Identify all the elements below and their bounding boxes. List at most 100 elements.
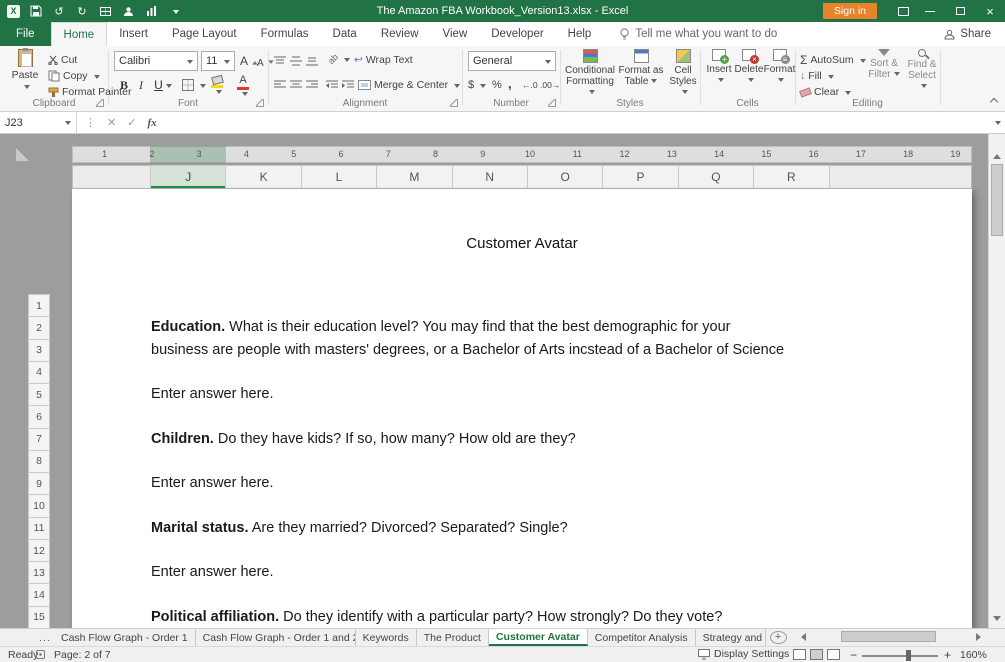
sheet-row[interactable]: business are people with masters' degree… bbox=[151, 339, 784, 361]
row-header[interactable]: 15 bbox=[28, 606, 50, 628]
increase-indent-button[interactable] bbox=[342, 77, 354, 93]
scroll-down-icon[interactable] bbox=[989, 612, 1005, 628]
sign-in-button[interactable]: Sign in bbox=[822, 3, 877, 19]
font-name-combo[interactable]: Calibri bbox=[114, 51, 198, 71]
page-layout-view-button[interactable] bbox=[810, 649, 823, 660]
decrease-decimal-button[interactable]: .00→ bbox=[540, 77, 560, 93]
increase-decimal-button[interactable]: ←.0 bbox=[522, 77, 538, 93]
sheet-row[interactable] bbox=[151, 450, 784, 472]
undo-icon[interactable]: ↺ bbox=[52, 4, 66, 18]
font-color-button[interactable]: A bbox=[234, 74, 252, 97]
row-header[interactable]: 6 bbox=[28, 406, 50, 429]
row-header[interactable]: 9 bbox=[28, 473, 50, 496]
row-header[interactable]: 12 bbox=[28, 539, 50, 563]
display-settings-button[interactable]: Display Settings bbox=[698, 648, 789, 660]
zoom-out-button[interactable]: − bbox=[850, 648, 857, 662]
sheet-tab-overflow-button[interactable]: ... bbox=[36, 629, 54, 646]
copy-button[interactable]: Copy bbox=[48, 68, 100, 84]
align-center-button[interactable] bbox=[290, 77, 302, 93]
macro-record-icon[interactable] bbox=[36, 650, 45, 659]
column-header[interactable]: L bbox=[301, 165, 378, 189]
column-header[interactable]: K bbox=[226, 165, 302, 189]
scroll-right-icon[interactable] bbox=[976, 633, 985, 641]
zoom-level[interactable]: 160% bbox=[960, 649, 987, 661]
zoom-slider[interactable] bbox=[862, 650, 938, 661]
wrap-text-button[interactable]: ↩ Wrap Text bbox=[354, 52, 413, 68]
column-header[interactable]: P bbox=[603, 165, 679, 189]
tab-file[interactable]: File bbox=[0, 22, 51, 46]
bold-button[interactable]: B bbox=[116, 76, 132, 94]
scroll-left-icon[interactable] bbox=[797, 633, 806, 641]
column-header[interactable]: O bbox=[527, 165, 604, 189]
normal-view-button[interactable] bbox=[793, 649, 806, 660]
ribbon-tab[interactable]: Help bbox=[556, 22, 604, 46]
expand-formula-bar-icon[interactable] bbox=[987, 112, 1005, 133]
column-header[interactable]: Q bbox=[678, 165, 755, 189]
italic-button[interactable]: I bbox=[133, 76, 149, 94]
middle-align-button[interactable] bbox=[290, 53, 302, 69]
merge-center-button[interactable]: Merge & Center bbox=[358, 77, 460, 93]
decrease-indent-button[interactable] bbox=[326, 77, 338, 93]
sort-filter-button[interactable]: Sort & Filter bbox=[866, 49, 902, 80]
page-break-view-button[interactable] bbox=[827, 649, 840, 660]
ribbon-tab[interactable]: Review bbox=[369, 22, 431, 46]
enter-icon[interactable]: ✓ bbox=[127, 116, 136, 129]
bottom-align-button[interactable] bbox=[306, 53, 318, 69]
page-title[interactable]: Customer Avatar bbox=[72, 235, 972, 252]
row-header[interactable]: 11 bbox=[28, 517, 50, 540]
clipboard-dialog-launcher-icon[interactable] bbox=[96, 99, 104, 107]
vertical-scroll-thumb[interactable] bbox=[991, 164, 1003, 236]
sheet-row[interactable]: Children. Do they have kids? If so, how … bbox=[151, 428, 784, 450]
sheet-row[interactable] bbox=[151, 361, 784, 383]
row-header[interactable]: 13 bbox=[28, 562, 50, 585]
insert-function-icon[interactable]: fx bbox=[147, 117, 156, 129]
font-dialog-launcher-icon[interactable] bbox=[256, 99, 264, 107]
sheet-tab[interactable]: The Product bbox=[417, 629, 489, 646]
row-header[interactable]: 1 bbox=[28, 295, 50, 318]
paste-button[interactable]: Paste bbox=[5, 48, 45, 90]
ribbon-display-options-icon[interactable] bbox=[891, 0, 915, 22]
sheet-row[interactable] bbox=[151, 494, 784, 516]
sheet-row[interactable] bbox=[151, 539, 784, 561]
horizontal-scroll-thumb[interactable] bbox=[841, 631, 936, 642]
cut-button[interactable]: Cut bbox=[48, 52, 77, 68]
row-header[interactable]: 7 bbox=[28, 428, 50, 451]
formula-input[interactable] bbox=[165, 112, 987, 133]
ribbon-tab[interactable]: Data bbox=[321, 22, 369, 46]
sheet-row[interactable]: Enter answer here. bbox=[151, 383, 784, 405]
user-icon[interactable] bbox=[121, 4, 135, 18]
sheet-row[interactable] bbox=[151, 294, 784, 316]
cancel-icon[interactable]: ✕ bbox=[107, 116, 116, 129]
number-dialog-launcher-icon[interactable] bbox=[548, 99, 556, 107]
sheet-row[interactable]: Enter answer here. bbox=[151, 561, 784, 583]
sheet-row[interactable]: Education. What is their education level… bbox=[151, 316, 784, 338]
fill-button[interactable]: ↓ Fill bbox=[800, 68, 834, 84]
row-header[interactable]: 5 bbox=[28, 384, 50, 407]
alignment-dialog-launcher-icon[interactable] bbox=[450, 99, 458, 107]
ribbon-tab[interactable]: Formulas bbox=[249, 22, 321, 46]
horizontal-scrollbar[interactable] bbox=[797, 629, 985, 645]
align-right-button[interactable] bbox=[306, 77, 318, 93]
row-header[interactable]: 4 bbox=[28, 361, 50, 385]
column-header[interactable]: J bbox=[151, 165, 227, 189]
share-button[interactable]: Share bbox=[944, 22, 1005, 46]
sheet-row[interactable]: Marital status. Are they married? Divorc… bbox=[151, 517, 784, 539]
sheet-row[interactable]: Enter answer here. bbox=[151, 472, 784, 494]
font-size-combo[interactable]: 11 bbox=[201, 51, 235, 71]
accounting-format-button[interactable]: $ bbox=[468, 77, 486, 93]
maximize-button[interactable] bbox=[945, 0, 975, 22]
delete-cells-button[interactable]: × Delete bbox=[735, 49, 763, 86]
formula-bar-grip-icon[interactable]: ⋮ bbox=[85, 116, 96, 129]
find-select-button[interactable]: Find & Select bbox=[904, 49, 940, 92]
customize-quick-access-icon[interactable] bbox=[167, 4, 181, 18]
sheet-tab[interactable]: Strategy and bbox=[696, 629, 766, 646]
underline-button[interactable]: U bbox=[150, 76, 176, 94]
sheet-row[interactable]: Political affiliation. Do they identify … bbox=[151, 606, 784, 628]
sheet-tab[interactable]: Competitor Analysis bbox=[588, 629, 696, 646]
sheet-tab[interactable]: Customer Avatar bbox=[488, 629, 588, 646]
ribbon-tab[interactable]: View bbox=[431, 22, 480, 46]
ribbon-tab[interactable]: Insert bbox=[107, 22, 160, 46]
close-button[interactable]: × bbox=[975, 0, 1005, 22]
format-as-table-button[interactable]: Format as Table bbox=[618, 49, 664, 87]
row-header[interactable]: 3 bbox=[28, 339, 50, 362]
